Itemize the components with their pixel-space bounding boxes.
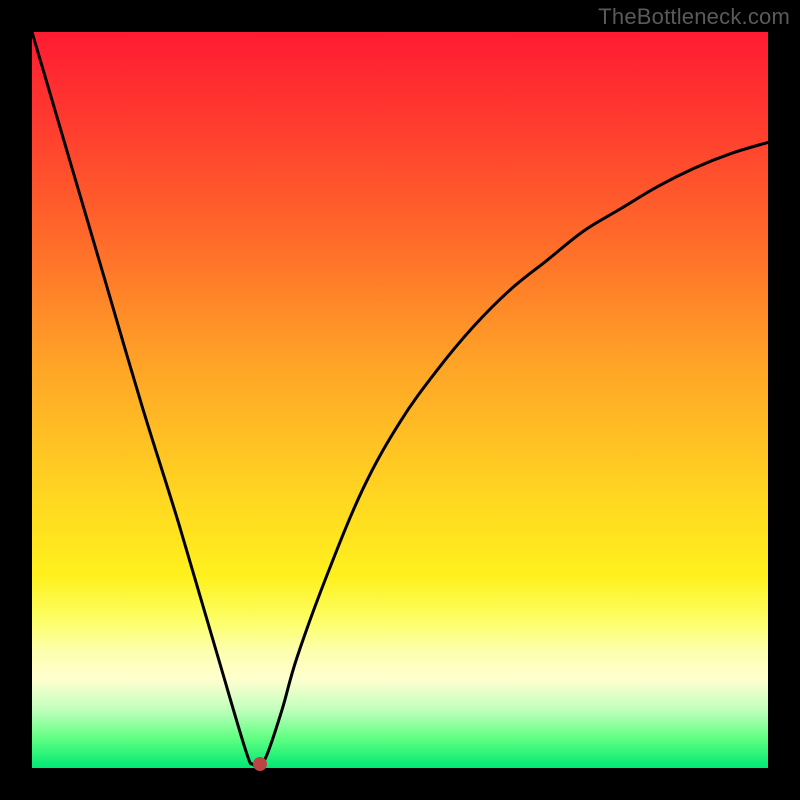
curve-svg (32, 32, 768, 768)
chart-frame: TheBottleneck.com (0, 0, 800, 800)
watermark-text: TheBottleneck.com (598, 4, 790, 30)
minimum-marker-dot (253, 757, 267, 771)
plot-area (32, 32, 768, 768)
bottleneck-curve-path (32, 32, 768, 766)
